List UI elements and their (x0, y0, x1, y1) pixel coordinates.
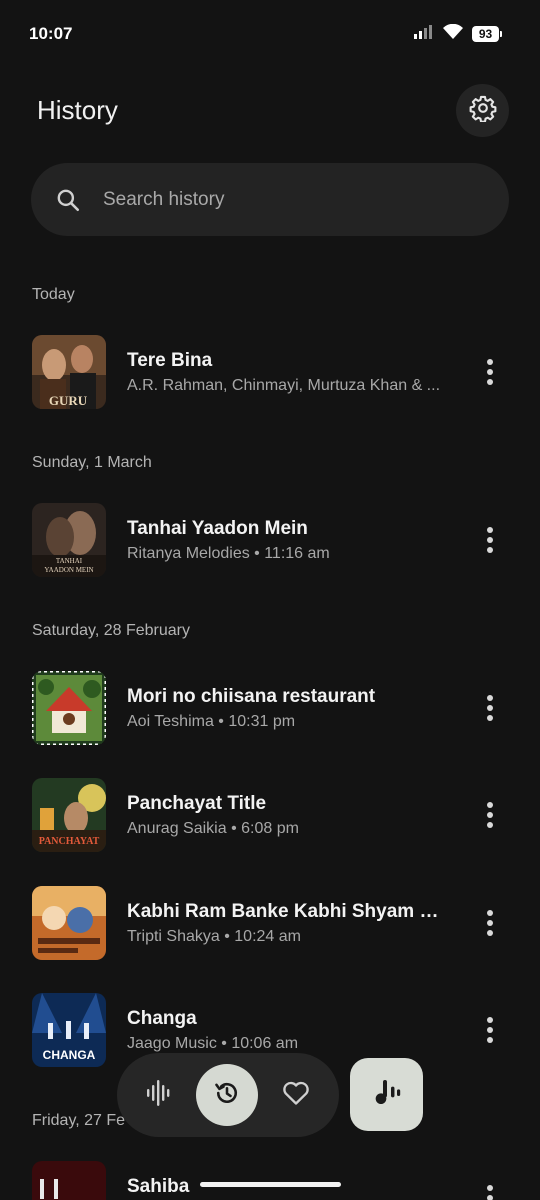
song-subtitle: Aoi Teshima • 10:31 pm (127, 713, 296, 730)
history-item[interactable]: Mori no chiisana restaurant Aoi Teshima … (0, 658, 540, 758)
section-header-saturday: Saturday, 28 February (32, 622, 191, 639)
album-art: GURU (32, 335, 106, 409)
song-subtitle: Tripti Shakya • 10:24 am (127, 928, 301, 945)
bottom-navigation (117, 1053, 339, 1137)
battery-icon: 93 (472, 26, 502, 42)
history-item[interactable]: PANCHAYAT Panchayat Title Anurag Saikia … (0, 765, 540, 865)
recognize-music-button[interactable] (350, 1058, 423, 1131)
search-bar[interactable] (31, 163, 509, 236)
nav-listen[interactable] (127, 1064, 189, 1126)
history-icon (213, 1079, 241, 1112)
song-title: Tanhai Yaadon Mein (127, 518, 308, 539)
album-art: CHANGA (32, 993, 106, 1067)
more-options-button[interactable] (474, 903, 506, 943)
album-art (32, 1161, 106, 1200)
status-icons: 93 (414, 23, 502, 44)
song-subtitle: Jaago Music • 10:06 am (127, 1035, 299, 1052)
history-item[interactable]: GURU Tere Bina A.R. Rahman, Chinmayi, Mu… (0, 322, 540, 422)
song-subtitle: Ritanya Melodies • 11:16 am (127, 545, 330, 562)
section-header-sunday: Sunday, 1 March (32, 454, 152, 471)
nav-favorites[interactable] (265, 1064, 327, 1126)
album-art: PANCHAYAT (32, 778, 106, 852)
more-options-button[interactable] (474, 1010, 506, 1050)
song-subtitle: A.R. Rahman, Chinmayi, Murtuza Khan & ..… (127, 377, 441, 394)
song-title: Changa (127, 1008, 197, 1029)
heart-icon (282, 1080, 310, 1111)
status-bar: 10:07 93 (0, 0, 540, 68)
music-recognize-icon (371, 1076, 403, 1113)
status-time: 10:07 (29, 24, 73, 43)
album-art-text: CHANGA (43, 1048, 96, 1062)
history-item[interactable]: Kabhi Ram Banke Kabhi Shyam Ban... Tript… (0, 873, 540, 973)
battery-level: 93 (472, 26, 499, 42)
album-art: TANHAI YAADON MEIN (32, 503, 106, 577)
home-indicator[interactable] (200, 1182, 341, 1187)
page-title: History (37, 95, 118, 125)
more-options-button[interactable] (474, 520, 506, 560)
settings-button[interactable] (456, 84, 509, 137)
song-title: Tere Bina (127, 350, 213, 371)
song-subtitle: Anurag Saikia • 6:08 pm (127, 820, 299, 837)
song-title: Panchayat Title (127, 793, 267, 814)
wifi-icon (443, 23, 463, 44)
more-options-button[interactable] (474, 1178, 506, 1200)
album-art (32, 886, 106, 960)
album-art-text: GURU (49, 393, 88, 408)
waveform-icon (146, 1079, 170, 1112)
search-input[interactable] (103, 188, 509, 211)
song-title: Kabhi Ram Banke Kabhi Shyam Ban... (127, 901, 449, 922)
gear-icon (469, 94, 497, 127)
song-title: Sahiba (127, 1176, 190, 1197)
album-art-text: TANHAI (56, 557, 83, 565)
section-header-today: Today (32, 286, 75, 303)
album-art-text: PANCHAYAT (39, 836, 100, 847)
album-art-text: YAADON MEIN (44, 566, 93, 574)
song-title: Mori no chiisana restaurant (127, 686, 376, 707)
more-options-button[interactable] (474, 795, 506, 835)
more-options-button[interactable] (474, 352, 506, 392)
section-header-friday: Friday, 27 Fe (32, 1112, 126, 1129)
history-item[interactable]: TANHAI YAADON MEIN Tanhai Yaadon Mein Ri… (0, 490, 540, 590)
album-art (32, 671, 106, 745)
signal-icon (414, 24, 434, 44)
search-icon (55, 187, 81, 213)
more-options-button[interactable] (474, 688, 506, 728)
nav-history[interactable] (196, 1064, 258, 1126)
history-item[interactable]: Sahiba (0, 1148, 540, 1200)
